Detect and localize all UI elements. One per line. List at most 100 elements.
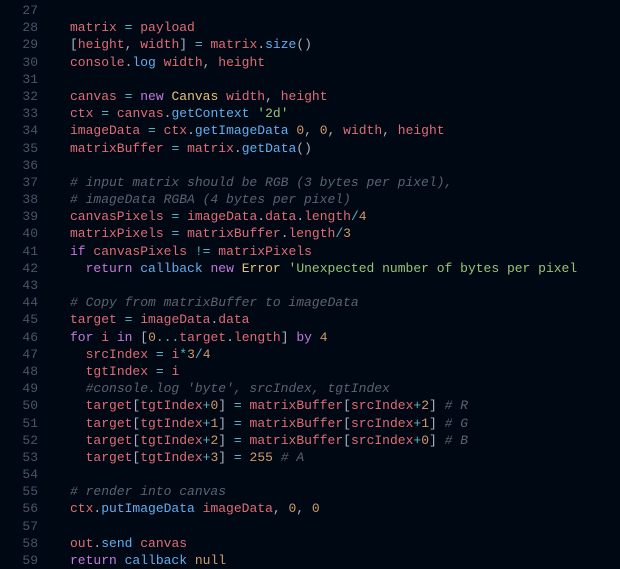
token-punct: . [296,209,304,224]
token-punct: ] [179,37,187,52]
code-line[interactable]: # imageData RGBA (4 bytes per pixel) [70,191,620,208]
token-plain [195,501,203,516]
line-number: 29 [0,36,38,53]
line-number: 37 [0,174,38,191]
token-ident: tgtIndex [140,398,202,413]
code-line[interactable]: matrixBuffer = matrix.getData() [70,140,620,157]
code-line[interactable]: ctx = canvas.getContext '2d' [70,105,620,122]
token-ident: target [86,433,133,448]
line-number: 31 [0,71,38,88]
token-plain [148,364,156,379]
token-ident: canvasPixels [70,209,164,224]
code-line[interactable]: if canvasPixels != matrixPixels [70,243,620,260]
token-punct: . [234,141,242,156]
code-line[interactable]: canvasPixels = imageData.data.length/4 [70,208,620,225]
token-op: / [335,226,343,241]
token-func: log [132,55,155,70]
token-func: callback [125,553,187,568]
token-num: 0 [312,501,320,516]
code-line[interactable]: # Copy from matrixBuffer to imageData [70,294,620,311]
token-comment: # input matrix should be RGB (3 bytes pe… [70,175,452,190]
token-plain [179,209,187,224]
token-op: / [351,209,359,224]
code-line[interactable]: matrix = payload [70,19,620,36]
code-line[interactable]: # render into canvas [70,483,620,500]
token-plain [156,123,164,138]
token-kw: return [86,261,133,276]
token-plain [70,261,86,276]
token-plain [70,398,86,413]
token-plain [226,450,234,465]
line-number: 36 [0,157,38,174]
code-line[interactable]: # input matrix should be RGB (3 bytes pe… [70,174,620,191]
code-line[interactable] [70,71,620,88]
token-plain [187,37,195,52]
token-comment: # Copy from matrixBuffer to imageData [70,295,359,310]
token-plain [437,416,445,431]
code-area[interactable]: matrix = payload[height, width] = matrix… [50,0,620,568]
token-punct: [ [140,330,148,345]
token-punct: [ [343,416,351,431]
code-line[interactable] [70,466,620,483]
code-line[interactable]: srcIndex = i*3/4 [70,346,620,363]
line-number: 49 [0,380,38,397]
token-ident: canvas [140,536,187,551]
token-func: getContext [171,106,249,121]
token-punct: , [296,501,312,516]
code-line[interactable]: out.send canvas [70,535,620,552]
token-plain [70,347,86,362]
token-prop: length [304,209,351,224]
code-line[interactable]: return callback new Error 'Unexpected nu… [70,260,620,277]
token-op: = [101,106,109,121]
code-line[interactable] [70,518,620,535]
token-op: = [234,398,242,413]
code-line[interactable]: target[tgtIndex+0] = matrixBuffer[srcInd… [70,397,620,414]
token-comment: # A [281,450,304,465]
code-line[interactable]: return callback null [70,552,620,568]
line-number: 53 [0,449,38,466]
code-line[interactable]: [height, width] = matrix.size() [70,36,620,53]
code-line[interactable]: target[tgtIndex+3] = 255 # A [70,449,620,466]
token-kw: by [296,330,312,345]
token-plain [70,381,86,396]
token-plain [70,416,86,431]
token-func: putImageData [101,501,195,516]
code-line[interactable]: #console.log 'byte', srcIndex, tgtIndex [70,380,620,397]
code-line[interactable]: ctx.putImageData imageData, 0, 0 [70,500,620,517]
token-ident: width [343,123,382,138]
token-ident: canvas [70,89,117,104]
token-ident: srcIndex [86,347,148,362]
code-line[interactable]: target[tgtIndex+2] = matrixBuffer[srcInd… [70,432,620,449]
code-line[interactable]: imageData = ctx.getImageData 0, 0, width… [70,122,620,139]
line-number: 30 [0,54,38,71]
token-punct: [ [343,398,351,413]
token-plain [148,347,156,362]
token-ident: height [281,89,328,104]
token-ident: out [70,536,93,551]
code-line[interactable]: for i in [0...target.length] by 4 [70,329,620,346]
code-line[interactable] [70,157,620,174]
token-punct: . [257,209,265,224]
code-line[interactable]: tgtIndex = i [70,363,620,380]
token-punct: , [328,123,344,138]
token-ident: height [78,37,125,52]
token-class: Canvas [171,89,218,104]
token-kw: new [140,89,163,104]
code-line[interactable]: target[tgtIndex+1] = matrixBuffer[srcInd… [70,415,620,432]
token-ident: height [398,123,445,138]
line-number: 54 [0,466,38,483]
token-ident: srcIndex [351,416,413,431]
token-comment: # render into canvas [70,484,226,499]
code-line[interactable] [70,2,620,19]
code-line[interactable] [70,277,620,294]
token-plain [242,416,250,431]
code-editor[interactable]: 2728293031323334353637383940414243444546… [0,0,620,568]
token-punct: , [265,89,281,104]
code-line[interactable]: console.log width, height [70,54,620,71]
token-ident: target [179,330,226,345]
code-line[interactable]: target = imageData.data [70,311,620,328]
token-plain [117,312,125,327]
token-plain [70,433,86,448]
code-line[interactable]: canvas = new Canvas width, height [70,88,620,105]
code-line[interactable]: matrixPixels = matrixBuffer.length/3 [70,225,620,242]
